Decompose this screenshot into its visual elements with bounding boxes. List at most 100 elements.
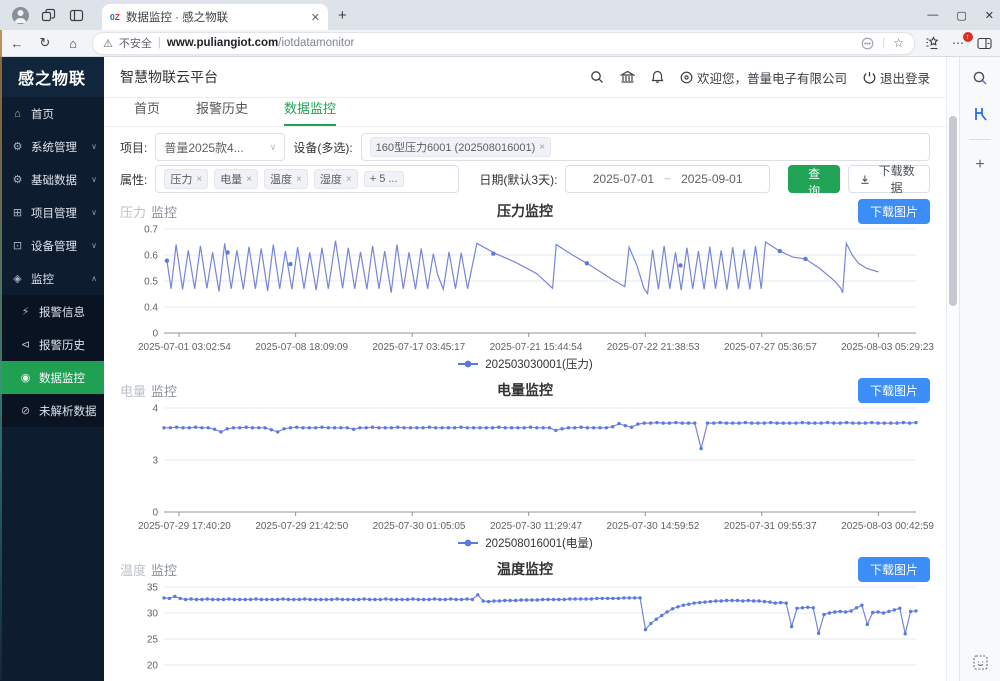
- alarm-info-icon: ⚡: [19, 305, 32, 318]
- date-start: 2025-07-01: [593, 172, 654, 186]
- x-axis-labels: 2025-07-29 17:40:202025-07-29 21:42:5020…: [138, 521, 934, 534]
- chevron-icon: ∨: [91, 208, 97, 217]
- search-icon[interactable]: [590, 70, 604, 84]
- sidebar-nav: ⌂ 首页 ⚙ 系统管理 ∨ ⚙ 基础数据 ∨ ⊞ 项目管理 ∨ ⊡ 设备管理 ∨…: [0, 97, 104, 427]
- page-scrollbar[interactable]: [946, 57, 959, 681]
- database-gear-icon: ⚙: [11, 173, 24, 186]
- home-icon[interactable]: ⌂: [64, 36, 82, 51]
- date-range-picker[interactable]: 2025-07-01 ~ 2025-09-01: [565, 165, 769, 193]
- legend-label: 202508016001(电量): [485, 535, 592, 551]
- remove-tag-icon[interactable]: ×: [246, 174, 252, 185]
- sidebar-item-label: 数据监控: [39, 370, 85, 386]
- organization-icon[interactable]: [620, 70, 635, 84]
- new-tab-button[interactable]: +: [338, 7, 347, 24]
- sidebar-item-监控[interactable]: ◈ 监控 ∧: [0, 262, 104, 295]
- sidebar-item-报警信息[interactable]: ⚡ 报警信息: [0, 295, 104, 328]
- address-bar[interactable]: ⚠ 不安全 | www.puliangiot.com/iotdatamonito…: [92, 32, 915, 55]
- sidebar-item-报警历史[interactable]: ⊲ 报警历史: [0, 328, 104, 361]
- warning-icon: ⚠: [103, 37, 113, 50]
- more-menu-icon[interactable]: ⋯↑: [952, 36, 965, 50]
- edge-workspaces-icon[interactable]: [969, 103, 991, 125]
- download-image-button[interactable]: 下载图片: [858, 557, 930, 582]
- sidebar-item-基础数据[interactable]: ⚙ 基础数据 ∨: [0, 163, 104, 196]
- sidebar-item-系统管理[interactable]: ⚙ 系统管理 ∨: [0, 130, 104, 163]
- chart-title: 温度监控: [497, 559, 553, 579]
- feedback-icon[interactable]: [861, 37, 874, 50]
- tab-报警历史[interactable]: 报警历史: [196, 98, 248, 126]
- sidebar-item-首页[interactable]: ⌂ 首页: [0, 97, 104, 130]
- remove-tag-icon[interactable]: ×: [346, 174, 352, 185]
- tab-actions-icon[interactable]: [64, 3, 88, 27]
- attribute-label: 属性:: [120, 171, 147, 188]
- workspaces-icon[interactable]: [36, 3, 60, 27]
- svg-text:35: 35: [147, 583, 159, 594]
- battery-plot: 430: [120, 404, 928, 521]
- project-select[interactable]: 普量2025款4...∨: [155, 133, 285, 161]
- svg-text:0: 0: [152, 329, 158, 340]
- filter-tag[interactable]: 湿度×: [314, 169, 358, 189]
- sidebar-item-设备管理[interactable]: ⊡ 设备管理 ∨: [0, 229, 104, 262]
- minimize-icon[interactable]: —: [927, 9, 938, 21]
- date-label: 日期(默认3天):: [479, 171, 557, 188]
- tab-close-icon[interactable]: ✕: [311, 11, 320, 24]
- filter-tag[interactable]: 压力×: [164, 169, 208, 189]
- chart-panel-battery: 电量监控 电量监控 下载图片 430 2025-07-29 17:40:2020…: [120, 376, 930, 551]
- close-icon[interactable]: ✕: [985, 9, 994, 22]
- svg-text:0.6: 0.6: [144, 251, 158, 262]
- logout-button[interactable]: 退出登录: [863, 68, 930, 87]
- monitor-tag-icon: ◈: [11, 272, 24, 285]
- legend-label: 202503030001(压力): [485, 356, 592, 372]
- security-label: 不安全: [119, 35, 152, 51]
- remove-tag-icon[interactable]: ×: [539, 142, 545, 153]
- svg-text:4: 4: [152, 404, 158, 415]
- tab-数据监控[interactable]: 数据监控: [284, 98, 336, 126]
- download-data-button[interactable]: 下载数据: [848, 165, 930, 193]
- chart-legend[interactable]: 202508016001(电量): [120, 534, 930, 551]
- refresh-icon[interactable]: ↻: [36, 35, 54, 51]
- x-axis-label: 2025-07-30 11:29:47: [490, 521, 582, 534]
- sidebar-item-label: 项目管理: [31, 205, 77, 221]
- download-image-button[interactable]: 下载图片: [858, 199, 930, 224]
- x-axis-label: 2025-07-21 15:44:54: [490, 342, 583, 355]
- chart-panel-label: 电量监控: [120, 381, 497, 400]
- more-tags-indicator[interactable]: + 5 ...: [364, 171, 404, 187]
- tab-首页[interactable]: 首页: [134, 98, 160, 126]
- x-axis-label: 2025-08-03 05:29:23: [841, 342, 934, 355]
- favorite-star-icon[interactable]: ☆: [893, 36, 904, 50]
- gear-icon: ⚙: [11, 140, 24, 153]
- sidebar-item-label: 系统管理: [31, 139, 77, 155]
- maximize-icon[interactable]: ▢: [956, 9, 966, 22]
- sidebar-item-label: 首页: [31, 106, 54, 122]
- split-screen-icon[interactable]: [977, 37, 992, 50]
- project-label: 项目:: [120, 139, 147, 156]
- download-image-button[interactable]: 下载图片: [858, 378, 930, 403]
- collections-icon[interactable]: [925, 36, 940, 50]
- date-end: 2025-09-01: [681, 172, 742, 186]
- profile-icon[interactable]: [8, 3, 32, 27]
- scrollbar-thumb[interactable]: [949, 116, 957, 306]
- bell-icon[interactable]: [651, 70, 664, 84]
- filter-panel: 项目: 普量2025款4...∨ 设备(多选): 160型压力6001 (202…: [104, 127, 946, 197]
- remove-tag-icon[interactable]: ×: [296, 174, 302, 185]
- projects-icon: ⊞: [11, 206, 24, 219]
- ime-indicator-icon[interactable]: [969, 651, 991, 673]
- filter-tag[interactable]: 160型压力6001 (202508016001)×: [370, 137, 551, 157]
- filter-tag[interactable]: 温度×: [264, 169, 308, 189]
- page-header: 智慧物联云平台 欢迎您，普量电子有限公司 退出登录: [104, 57, 946, 98]
- back-icon[interactable]: ←: [8, 36, 26, 51]
- x-axis-labels: 2025-07-01 03:02:542025-07-08 18:09:0920…: [138, 342, 934, 355]
- filter-tag[interactable]: 电量×: [214, 169, 258, 189]
- chart-legend[interactable]: 202503030001(压力): [120, 355, 930, 372]
- search-button[interactable]: 查 询: [788, 165, 841, 193]
- attribute-multiselect[interactable]: 压力× 电量× 温度× 湿度× + 5 ...: [155, 165, 459, 193]
- sidebar-item-项目管理[interactable]: ⊞ 项目管理 ∨: [0, 196, 104, 229]
- sidebar-item-数据监控[interactable]: ◉ 数据监控: [0, 361, 104, 394]
- sidebar-search-icon[interactable]: [969, 67, 991, 89]
- device-multiselect[interactable]: 160型压力6001 (202508016001)×: [361, 133, 930, 161]
- sidebar-item-未解析数据[interactable]: ⊘ 未解析数据: [0, 394, 104, 427]
- sidebar-item-label: 基础数据: [31, 172, 77, 188]
- rail-add-icon[interactable]: +: [969, 154, 991, 176]
- remove-tag-icon[interactable]: ×: [196, 174, 202, 185]
- app-logo: 感之物联: [0, 57, 104, 97]
- browser-tab[interactable]: 0Z 数据监控 · 感之物联 ✕: [102, 4, 328, 30]
